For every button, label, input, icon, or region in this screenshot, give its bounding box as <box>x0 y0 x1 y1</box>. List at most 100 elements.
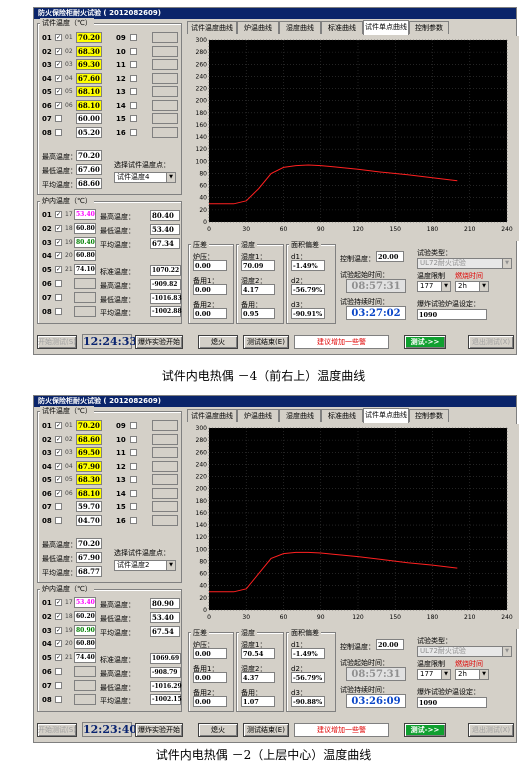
chevron-down-icon[interactable]: ▼ <box>166 173 175 182</box>
sample-checkbox[interactable] <box>55 74 62 82</box>
sample-checkbox[interactable] <box>130 516 137 524</box>
sample-row: 08 05.20 16 <box>40 126 180 140</box>
tab-4[interactable]: 试件单点曲线 <box>363 408 409 423</box>
sample-checkbox[interactable] <box>130 74 137 82</box>
sample-checkbox[interactable] <box>55 101 62 109</box>
sample-temp-value <box>152 99 178 111</box>
furnace-checkbox[interactable] <box>55 668 62 675</box>
sample-checkbox[interactable] <box>130 88 137 95</box>
furnace-checkbox[interactable] <box>55 266 62 274</box>
fire-time-select[interactable]: 2h ▼ <box>455 281 489 292</box>
sample-checkbox[interactable] <box>130 503 137 510</box>
furnace-stat-label: 最低温度： <box>100 614 135 623</box>
sample-checkbox[interactable] <box>130 101 137 109</box>
furnace-checkbox[interactable] <box>55 224 62 232</box>
tab-2[interactable]: 湿度曲线 <box>279 21 321 34</box>
explosion-setting-input[interactable]: 1090 <box>417 309 487 320</box>
furnace-checkbox[interactable] <box>55 307 62 315</box>
furnace-checkbox[interactable] <box>55 681 62 689</box>
sample-checkbox[interactable] <box>55 88 62 95</box>
furnace-checkbox[interactable] <box>55 626 62 634</box>
furnace-checkbox[interactable] <box>55 280 62 287</box>
explosion-test-button[interactable]: 爆炸实验开始 <box>135 335 183 349</box>
start-test-button[interactable]: 开始测试(S) <box>37 723 77 737</box>
furnace-checkbox[interactable] <box>55 238 62 246</box>
tab-5[interactable]: 控制参数 <box>409 409 449 422</box>
explosion-test-button[interactable]: 爆炸实验开始 <box>135 723 183 737</box>
test-type-select[interactable]: UL72耐火试验 ▼ <box>417 258 512 269</box>
tab-4[interactable]: 试件单点曲线 <box>363 20 409 35</box>
sample-checkbox[interactable] <box>55 115 62 122</box>
chevron-down-icon[interactable]: ▼ <box>479 670 488 679</box>
sample-checkbox[interactable] <box>55 422 62 429</box>
sample-checkbox[interactable] <box>55 476 62 483</box>
sample-checkbox[interactable] <box>55 61 62 68</box>
exit-test-button[interactable]: 退出测试(X) <box>468 335 514 349</box>
test-type-select[interactable]: UL72耐火试验 ▼ <box>417 646 512 657</box>
sample-checkbox[interactable] <box>55 516 62 524</box>
tab-1[interactable]: 炉温曲线 <box>237 21 279 34</box>
temp-limit-select[interactable]: 177 ▼ <box>417 669 451 680</box>
sample-checkbox[interactable] <box>130 462 137 470</box>
sample-checkbox[interactable] <box>55 47 62 55</box>
tab-0[interactable]: 试件温度曲线 <box>187 21 237 34</box>
furnace-checkbox[interactable] <box>55 640 62 648</box>
tab-0[interactable]: 试件温度曲线 <box>187 409 237 422</box>
chevron-down-icon[interactable]: ▼ <box>502 259 511 268</box>
furnace-row: 08 <box>40 305 100 319</box>
sample-checkbox[interactable] <box>130 47 137 55</box>
sample-checkbox[interactable] <box>130 476 137 483</box>
furnace-checkbox[interactable] <box>55 599 62 606</box>
explosion-setting-input[interactable]: 1090 <box>417 697 487 708</box>
sample-checkbox[interactable] <box>55 489 62 497</box>
sample-checkbox[interactable] <box>130 61 137 68</box>
temperature-chart: 0 20 40 60 80 100 120 140 160 180 200 220 240 260 280 3… <box>187 36 519 241</box>
control-temp-input[interactable]: 20.00 <box>376 639 404 650</box>
sample-checkbox[interactable] <box>55 462 62 470</box>
test-next-button[interactable]: 测试->> <box>404 335 446 349</box>
temp-limit-select[interactable]: 177 ▼ <box>417 281 451 292</box>
tab-2[interactable]: 湿度曲线 <box>279 409 321 422</box>
sample-checkbox[interactable] <box>130 449 137 456</box>
tab-1[interactable]: 炉温曲线 <box>237 409 279 422</box>
sample-point-select[interactable]: 试件温度2 ▼ <box>114 560 176 571</box>
sample-checkbox[interactable] <box>130 435 137 443</box>
sample-checkbox[interactable] <box>130 128 137 136</box>
furnace-checkbox[interactable] <box>55 211 62 218</box>
sample-checkbox[interactable] <box>55 449 62 456</box>
sample-checkbox[interactable] <box>130 489 137 497</box>
stat-value: 70.20 <box>76 150 102 161</box>
chevron-down-icon[interactable]: ▼ <box>441 282 450 291</box>
tab-3[interactable]: 标准曲线 <box>321 409 363 422</box>
furnace-checkbox[interactable] <box>55 654 62 662</box>
chevron-down-icon[interactable]: ▼ <box>502 647 511 656</box>
sample-checkbox[interactable] <box>130 115 137 122</box>
furnace-checkbox[interactable] <box>55 612 62 620</box>
chevron-down-icon[interactable]: ▼ <box>479 282 488 291</box>
sample-checkbox[interactable] <box>55 435 62 443</box>
sample-checkbox[interactable] <box>130 422 137 429</box>
tab-3[interactable]: 标准曲线 <box>321 21 363 34</box>
end-test-button[interactable]: 测试结束(E) <box>243 723 289 737</box>
tab-5[interactable]: 控制参数 <box>409 21 449 34</box>
sample-checkbox[interactable] <box>55 128 62 136</box>
start-test-button[interactable]: 开始测试(S) <box>37 335 77 349</box>
fire-time-select[interactable]: 2h ▼ <box>455 669 489 680</box>
explosion-setting-label: 爆炸试验炉温设定： <box>417 688 480 696</box>
extinguish-button[interactable]: 熄火 <box>198 723 238 737</box>
chevron-down-icon[interactable]: ▼ <box>441 670 450 679</box>
control-temp-input[interactable]: 20.00 <box>376 251 404 262</box>
sample-checkbox[interactable] <box>55 34 62 41</box>
furnace-checkbox[interactable] <box>55 695 62 703</box>
sample-checkbox[interactable] <box>130 34 137 41</box>
sample-checkbox[interactable] <box>55 503 62 510</box>
test-next-button[interactable]: 测试->> <box>404 723 446 737</box>
chevron-down-icon[interactable]: ▼ <box>166 561 175 570</box>
sample-point-select[interactable]: 试件温度4 ▼ <box>114 172 176 183</box>
furnace-checkbox[interactable] <box>55 252 62 260</box>
furnace-checkbox[interactable] <box>55 293 62 301</box>
end-test-button[interactable]: 测试结束(E) <box>243 335 289 349</box>
x-tick-label: 210 <box>464 226 476 233</box>
exit-test-button[interactable]: 退出测试(X) <box>468 723 514 737</box>
extinguish-button[interactable]: 熄火 <box>198 335 238 349</box>
